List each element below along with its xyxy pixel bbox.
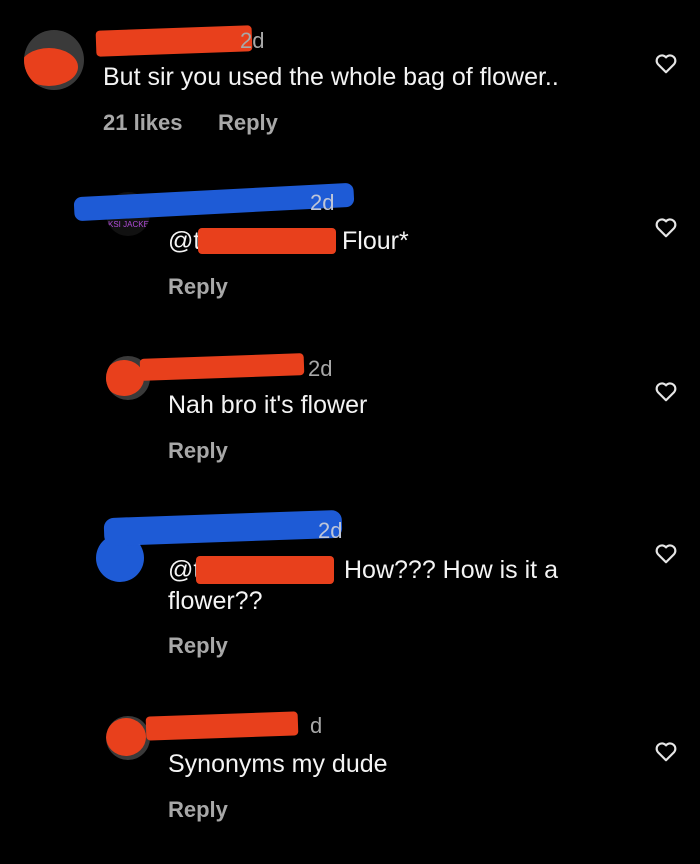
like-count[interactable]: 21 likes (103, 110, 183, 136)
reply-button[interactable]: Reply (168, 274, 228, 300)
heart-outline-icon[interactable] (653, 738, 679, 764)
comment-age: d (310, 713, 323, 738)
redacted-mention (198, 228, 336, 254)
comment-text: Nah bro it's flower (168, 391, 368, 419)
comment-text: Flour* (342, 227, 409, 255)
comment-age: 2d (310, 190, 335, 215)
comment-age: 2d (240, 28, 265, 53)
redacted-username (95, 25, 253, 57)
reply-button[interactable]: Reply (168, 797, 228, 823)
redacted-username (139, 353, 305, 381)
heart-outline-icon[interactable] (653, 214, 679, 240)
heart-outline-icon[interactable] (653, 540, 679, 566)
avatar[interactable] (106, 716, 150, 760)
redacted-username (103, 509, 343, 547)
avatar-text: KSI JACKETE (108, 220, 150, 229)
comment-text: Synonyms my dude (168, 750, 388, 778)
heart-outline-icon[interactable] (653, 50, 679, 76)
comment-age: 2d (318, 518, 343, 543)
comment-text: How??? How is it a (344, 556, 558, 584)
comment-age: 2d (308, 356, 333, 381)
reply-button[interactable]: Reply (218, 110, 278, 136)
mention-prefix[interactable]: @t (168, 226, 200, 257)
redacted-username (145, 711, 299, 741)
redacted-mention (196, 556, 334, 584)
comment-text-line2: flower?? (168, 587, 263, 615)
reply-button[interactable]: Reply (168, 633, 228, 659)
reply-button[interactable]: Reply (168, 438, 228, 464)
heart-outline-icon[interactable] (653, 378, 679, 404)
comment-text: But sir you used the whole bag of flower… (103, 63, 559, 91)
avatar[interactable] (24, 30, 84, 90)
